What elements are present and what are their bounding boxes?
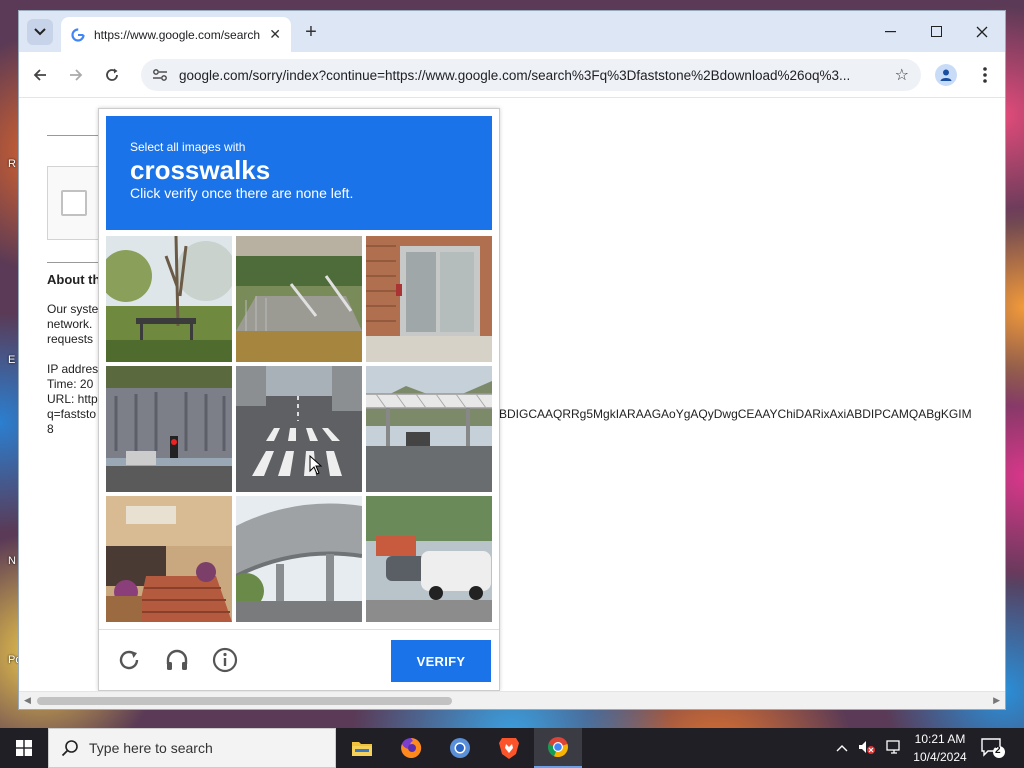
scrollbar-thumb[interactable] — [37, 697, 452, 705]
desktop-label: R — [8, 158, 16, 170]
clock-time: 10:21 AM — [914, 732, 966, 746]
captcha-image-grid — [106, 236, 492, 622]
arrow-left-icon — [33, 69, 46, 81]
reload-icon[interactable] — [115, 646, 143, 674]
desktop-label: E — [8, 354, 16, 366]
reload-icon — [106, 68, 118, 81]
clock-date: 10/4/2024 — [913, 750, 967, 764]
captcha-keyword: crosswalks — [130, 155, 271, 185]
close-icon[interactable] — [959, 11, 1005, 52]
firefox-icon[interactable] — [387, 728, 435, 768]
maximize-icon[interactable] — [913, 11, 959, 52]
address-bar[interactable]: google.com/sorry/index?continue=https://… — [141, 59, 921, 91]
browser-menu-button[interactable] — [975, 63, 995, 87]
window-controls — [867, 11, 1005, 52]
about-heading: About th — [47, 272, 101, 287]
page-content: About th Our syste network. requests IP … — [19, 98, 1005, 691]
captcha-header: Select all images with crosswalks Click … — [106, 116, 492, 230]
chromium-icon[interactable] — [436, 728, 484, 768]
reload-button[interactable] — [99, 62, 125, 88]
verify-button[interactable]: VERIFY — [391, 640, 491, 682]
taskbar: Type here to search 10:21 AM 10/4/2024 2 — [0, 728, 1024, 768]
back-button[interactable] — [27, 62, 53, 88]
url-text-overflow: BDIGCAAQRRg5MgkIARAAGAoYgAQyDwgCEAAYChiD… — [499, 407, 972, 421]
google-g-icon — [71, 27, 85, 42]
scroll-left-icon[interactable]: ◀ — [24, 695, 31, 706]
taskbar-search-box[interactable]: Type here to search — [48, 728, 336, 768]
speaker-muted-icon[interactable] — [858, 740, 876, 757]
captcha-challenge: Select all images with crosswalks Click … — [98, 108, 500, 691]
arrow-right-icon — [70, 69, 83, 81]
tile-crosswalk-road[interactable] — [236, 366, 362, 492]
file-explorer-icon[interactable] — [338, 728, 386, 768]
desktop-label: N — [8, 555, 16, 567]
browser-window: https://www.google.com/search?q=fastston… — [18, 10, 1006, 710]
tile-stairs-railing[interactable] — [236, 236, 362, 362]
start-button[interactable] — [0, 728, 48, 768]
taskbar-clock[interactable]: 10:21 AM 10/4/2024 — [906, 730, 974, 766]
captcha-footer: VERIFY — [99, 629, 499, 691]
bookmark-star-icon[interactable]: ☆ — [895, 65, 909, 85]
scroll-right-icon[interactable]: ▶ — [993, 695, 1000, 706]
tile-highway-overpass[interactable] — [236, 496, 362, 622]
forward-button[interactable] — [63, 62, 89, 88]
tab-search-button[interactable] — [27, 19, 53, 45]
tab-close-icon[interactable]: ✕ — [269, 26, 281, 43]
notification-count: 2 — [995, 745, 1001, 756]
minimize-icon[interactable] — [867, 11, 913, 52]
notification-icon — [981, 738, 1005, 758]
captcha-instruction: Select all images with — [130, 140, 246, 154]
site-info-icon[interactable] — [149, 64, 171, 86]
network-icon[interactable] — [886, 739, 902, 757]
tile-storefront-door[interactable] — [366, 236, 492, 362]
tile-trees-shelter[interactable] — [106, 236, 232, 362]
notification-center-button[interactable]: 2 — [980, 736, 1006, 760]
browser-toolbar: google.com/sorry/index?continue=https://… — [19, 52, 1005, 98]
tile-parked-cars[interactable] — [366, 496, 492, 622]
tile-pedestrian-bridge[interactable] — [366, 366, 492, 492]
captcha-subinstruction: Click verify once there are none left. — [130, 185, 354, 201]
tile-building-steps-flowers[interactable] — [106, 496, 232, 622]
browser-tab[interactable]: https://www.google.com/search?q=fastston… — [61, 17, 291, 52]
chevron-down-icon — [34, 28, 46, 36]
chrome-icon[interactable] — [534, 728, 582, 768]
tab-title: https://www.google.com/search?q=fastston… — [94, 27, 260, 42]
horizontal-scrollbar[interactable]: ◀ ▶ — [19, 691, 1005, 709]
profile-avatar[interactable] — [935, 64, 957, 86]
tile-street-traffic-light[interactable] — [106, 366, 232, 492]
search-icon — [61, 740, 78, 757]
search-placeholder: Type here to search — [89, 740, 213, 756]
person-icon — [940, 69, 952, 81]
tab-strip: https://www.google.com/search?q=fastston… — [19, 11, 1005, 52]
new-tab-button[interactable]: + — [301, 21, 321, 44]
headphones-icon[interactable] — [163, 646, 191, 674]
more-vert-icon — [983, 67, 987, 83]
recaptcha-checkbox[interactable] — [61, 190, 87, 216]
system-tray — [836, 728, 902, 768]
brave-icon[interactable] — [485, 728, 533, 768]
windows-logo-icon — [16, 740, 32, 756]
address-url[interactable]: google.com/sorry/index?continue=https://… — [179, 68, 879, 83]
about-body-text: Our syste network. requests IP addres Ti… — [47, 302, 99, 436]
mouse-cursor-icon — [309, 455, 323, 475]
chevron-up-icon[interactable] — [836, 741, 848, 755]
info-icon[interactable] — [211, 646, 239, 674]
